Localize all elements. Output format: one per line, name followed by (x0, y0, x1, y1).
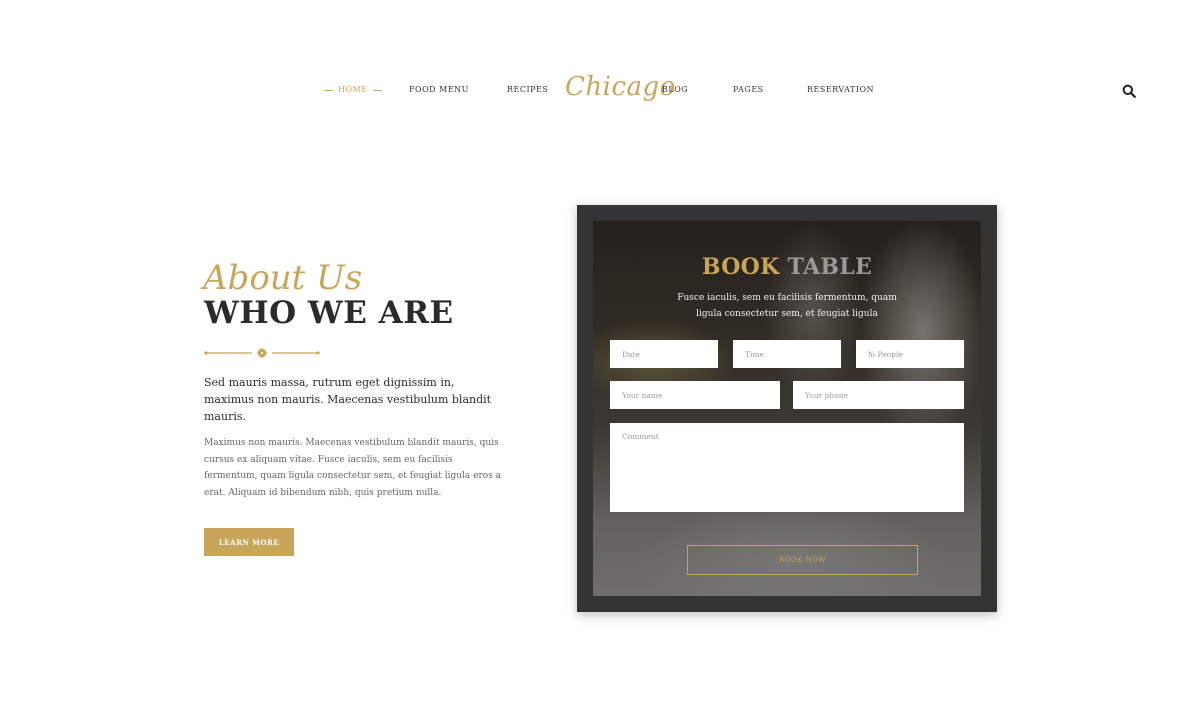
people-field[interactable] (856, 340, 964, 368)
nav-item-food-menu[interactable]: FOOD MENU (409, 85, 469, 94)
learn-more-button[interactable]: LEARN MORE (204, 528, 294, 556)
restaurant-background-photo: BOOK TABLE Fusce iaculis, sem eu facilis… (593, 221, 981, 596)
active-dash-left (324, 89, 333, 91)
book-table-title-part2: TABLE (787, 254, 873, 280)
book-table-title: BOOK TABLE (593, 254, 981, 280)
book-table-title-part1: BOOK (701, 254, 780, 280)
date-field[interactable] (610, 340, 718, 368)
phone-field[interactable] (793, 381, 964, 409)
search-icon[interactable] (1122, 84, 1136, 98)
active-dash-right (372, 89, 382, 91)
nav-item-home[interactable]: HOME (319, 85, 387, 94)
book-table-card: BOOK TABLE Fusce iaculis, sem eu facilis… (577, 205, 997, 612)
nav-item-pages[interactable]: PAGES (733, 85, 764, 94)
about-lead-text: Sed mauris massa, rutrum eget dignissim … (204, 376, 492, 423)
top-navigation: HOME FOOD MENU RECIPES Chicago BLOG PAGE… (0, 0, 1200, 180)
flower-ornament-icon (204, 348, 320, 358)
nav-item-recipes[interactable]: RECIPES (507, 85, 548, 94)
about-script-title: About Us (203, 258, 363, 298)
time-field[interactable] (733, 340, 841, 368)
book-now-button[interactable]: BOOK NOW (687, 545, 918, 575)
comment-field[interactable] (610, 423, 964, 512)
nav-item-blog[interactable]: BLOG (662, 85, 688, 94)
about-main-title: WHO WE ARE (204, 295, 454, 331)
name-field[interactable] (610, 381, 780, 409)
brand-logo[interactable]: Chicago (565, 72, 676, 102)
about-body-text: Maximus non mauris. Maecenas vestibulum … (204, 438, 502, 498)
nav-item-home-label: HOME (338, 85, 368, 94)
book-table-subtitle: Fusce iaculis, sem eu facilisis fermentu… (677, 293, 897, 319)
nav-item-reservation[interactable]: RESERVATION (807, 85, 874, 94)
